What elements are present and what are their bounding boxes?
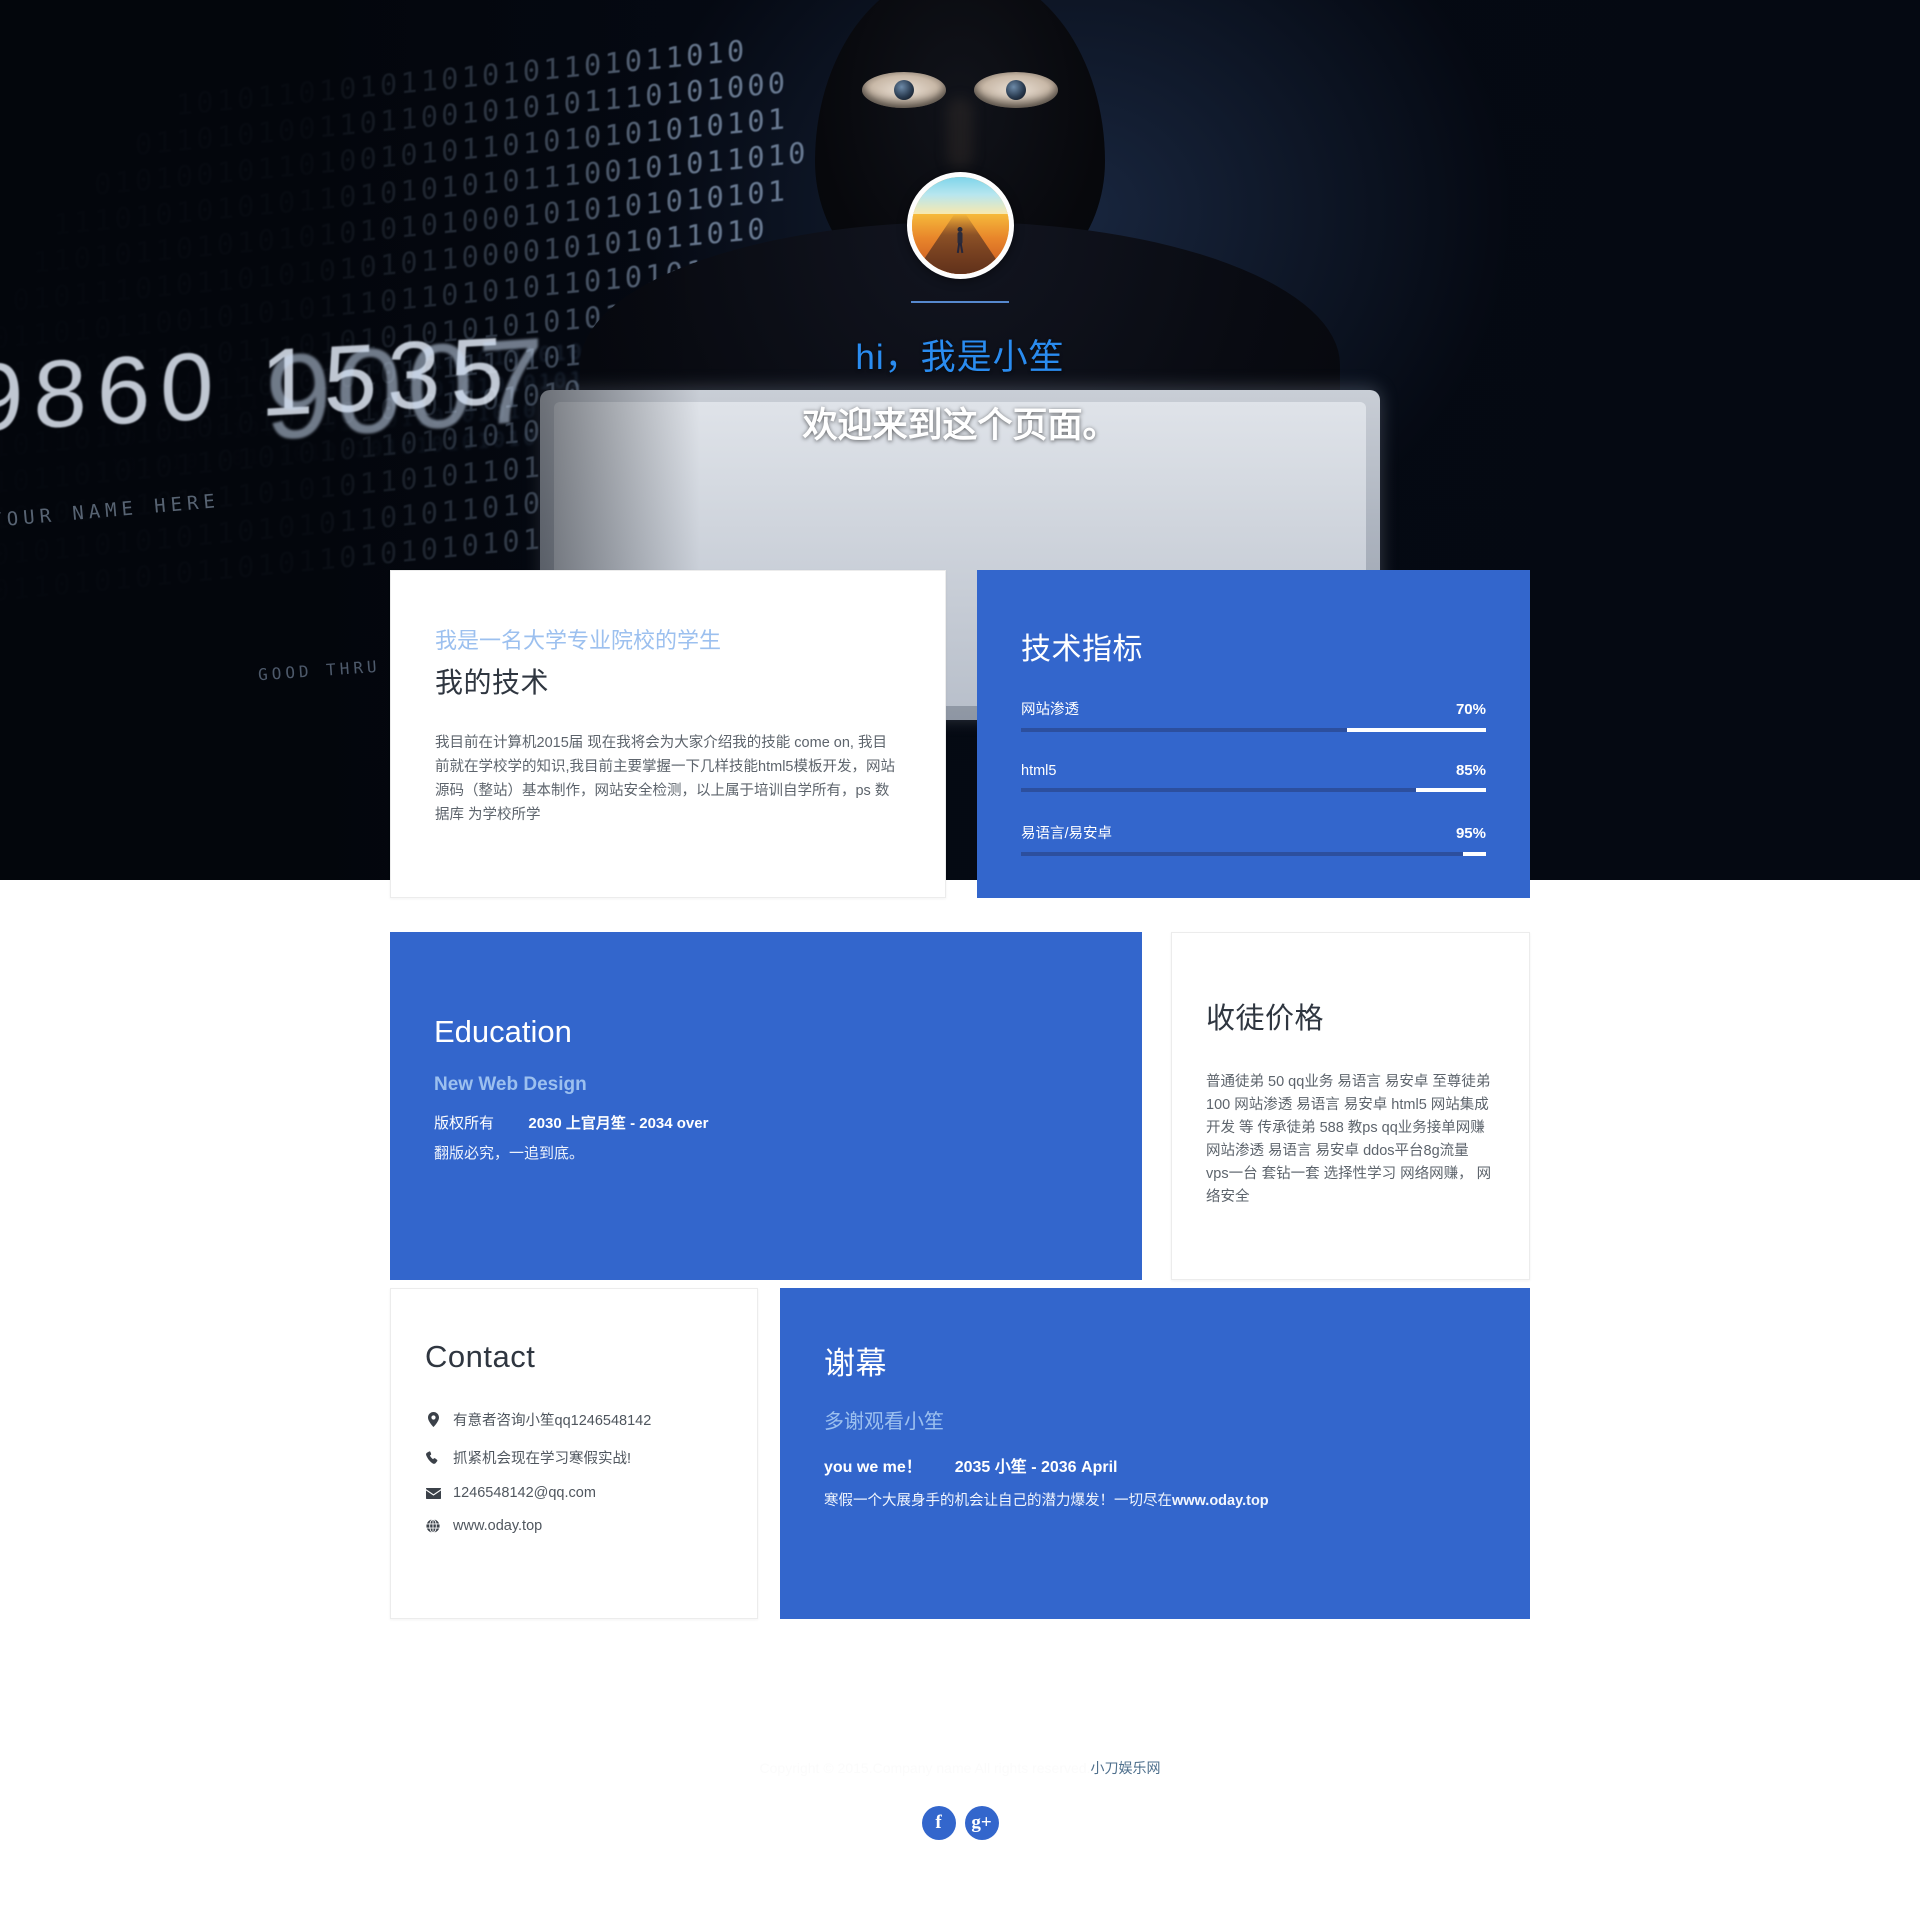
pricing-card-heading: 收徒价格 xyxy=(1206,1003,1325,1035)
envelope-icon xyxy=(425,1487,441,1499)
contact-card: Contact 有意者咨询小笙qq1246548142 抓紧机会现在学习寒假实战… xyxy=(390,1288,758,1619)
avatar-runner-figure xyxy=(956,226,965,253)
education-copyright-prefix: 版权所有 xyxy=(434,1115,495,1132)
contact-list: 有意者咨询小笙qq1246548142 抓紧机会现在学习寒假实战! 124654… xyxy=(425,1409,723,1534)
thanks-signature-years: 2035 小笙 - 2036 April xyxy=(954,1459,1118,1476)
avatar xyxy=(906,172,1014,279)
thanks-card-note: 寒假一个大展身手的机会让自己的潜力爆发！一切尽在www.oday.top xyxy=(824,1489,1486,1510)
education-card-subheading: New Web Design xyxy=(434,1074,587,1095)
thanks-card-subheading: 多谢观看小笙 xyxy=(824,1411,944,1433)
metric-progressbar xyxy=(1021,788,1486,792)
metric-progress-fill xyxy=(1021,728,1347,732)
metrics-card-heading: 技术指标 xyxy=(1021,633,1143,666)
contact-text: www.oday.top xyxy=(453,1518,543,1534)
contact-text: 有意者咨询小笙qq1246548142 xyxy=(453,1413,652,1429)
contact-row-email[interactable]: 1246548142@qq.com xyxy=(425,1485,723,1501)
hero-content: hi，我是小笙 欢迎来到这个页面。 xyxy=(0,0,1920,880)
thanks-note-text: 寒假一个大展身手的机会让自己的潜力爆发！一切尽在 xyxy=(824,1493,1172,1509)
education-card-heading: Education xyxy=(434,1014,572,1049)
phone-icon xyxy=(425,1450,441,1465)
footer-copyright: Copyright © 2015.Company name All rights… xyxy=(0,1758,1920,1778)
skills-card-heading: 我的技术 xyxy=(435,667,550,698)
metric-percent: 85% xyxy=(1455,762,1486,779)
contact-text: 抓紧机会现在学习寒假实战! xyxy=(453,1451,632,1467)
hero-section: 1010110101011010101101011010 01101010011… xyxy=(0,0,1920,880)
footer: Copyright © 2015.Company name All rights… xyxy=(0,1730,1920,1931)
skills-card-body: 我目前在计算机2015届 现在我将会为大家介绍我的技能 come on, 我目前… xyxy=(435,735,895,823)
thanks-card: 谢幕 多谢观看小笙 you we me！ 2035 小笙 - 2036 Apri… xyxy=(780,1288,1530,1619)
metric-row: 易语言/易安卓 95% xyxy=(1021,822,1486,856)
pricing-card-body: 普通徒弟 50 qq业务 易语言 易安卓 至尊徒弟 100 网站渗透 易语言 易… xyxy=(1206,1074,1492,1205)
facebook-icon[interactable]: f xyxy=(921,1806,956,1840)
contact-row-phone[interactable]: 抓紧机会现在学习寒假实战! xyxy=(425,1447,723,1468)
thanks-signature-prefix: you we me！ xyxy=(824,1459,922,1476)
education-card-copyright-line: 版权所有 2030 上官月笙 - 2034 over xyxy=(434,1112,1098,1133)
contact-row-website[interactable]: www.oday.top xyxy=(425,1518,723,1534)
thanks-card-signature: you we me！ 2035 小笙 - 2036 April xyxy=(824,1453,1486,1477)
metric-row: html5 85% xyxy=(1021,762,1486,792)
education-card-note: 翻版必究，一追到底。 xyxy=(434,1145,585,1162)
metric-label: html5 xyxy=(1021,763,1057,779)
pricing-card: 收徒价格 普通徒弟 50 qq业务 易语言 易安卓 至尊徒弟 100 网站渗透 … xyxy=(1171,932,1530,1280)
contact-row-address[interactable]: 有意者咨询小笙qq1246548142 xyxy=(425,1409,723,1430)
social-links: f g+ xyxy=(0,1806,1920,1840)
hero-subtitle: 欢迎来到这个页面。 xyxy=(802,406,1118,445)
contact-text: 1246548142@qq.com xyxy=(453,1485,596,1501)
globe-icon xyxy=(425,1519,441,1533)
footer-copyright-text: Copyright © 2015.Company name All rights… xyxy=(759,1760,1091,1776)
skills-card: 我是一名大学专业院校的学生 我的技术 我目前在计算机2015届 现在我将会为大家… xyxy=(390,570,946,898)
metrics-card: 技术指标 网站渗透 70% html5 85% 易语言/易安卓 95% xyxy=(977,570,1530,898)
skills-card-kicker: 我是一名大学专业院校的学生 xyxy=(435,628,722,653)
map-pin-icon xyxy=(425,1412,441,1427)
footer-site-name[interactable]: 小刀娱乐网 xyxy=(1090,1760,1160,1776)
thanks-card-heading: 谢幕 xyxy=(824,1346,887,1381)
hero-divider xyxy=(911,301,1009,303)
metric-row: 网站渗透 70% xyxy=(1021,698,1486,732)
google-plus-icon[interactable]: g+ xyxy=(964,1806,999,1840)
metric-percent: 70% xyxy=(1455,701,1486,718)
metric-progressbar xyxy=(1021,728,1486,732)
thanks-note-link[interactable]: www.oday.top xyxy=(1172,1493,1269,1509)
hero-title: hi，我是小笙 xyxy=(855,338,1065,377)
metric-label: 易语言/易安卓 xyxy=(1021,826,1113,842)
metric-progress-fill xyxy=(1021,788,1417,792)
metric-percent: 95% xyxy=(1455,825,1486,842)
page-root: 1010110101011010101101011010 01101010011… xyxy=(0,0,1920,1931)
contact-card-heading: Contact xyxy=(425,1339,536,1374)
metric-progressbar xyxy=(1021,852,1486,856)
education-card: Education New Web Design 版权所有 2030 上官月笙 … xyxy=(390,932,1142,1280)
metric-progress-fill xyxy=(1021,852,1463,856)
education-copyright-years: 2030 上官月笙 - 2034 over xyxy=(528,1115,709,1132)
metric-label: 网站渗透 xyxy=(1021,702,1079,718)
